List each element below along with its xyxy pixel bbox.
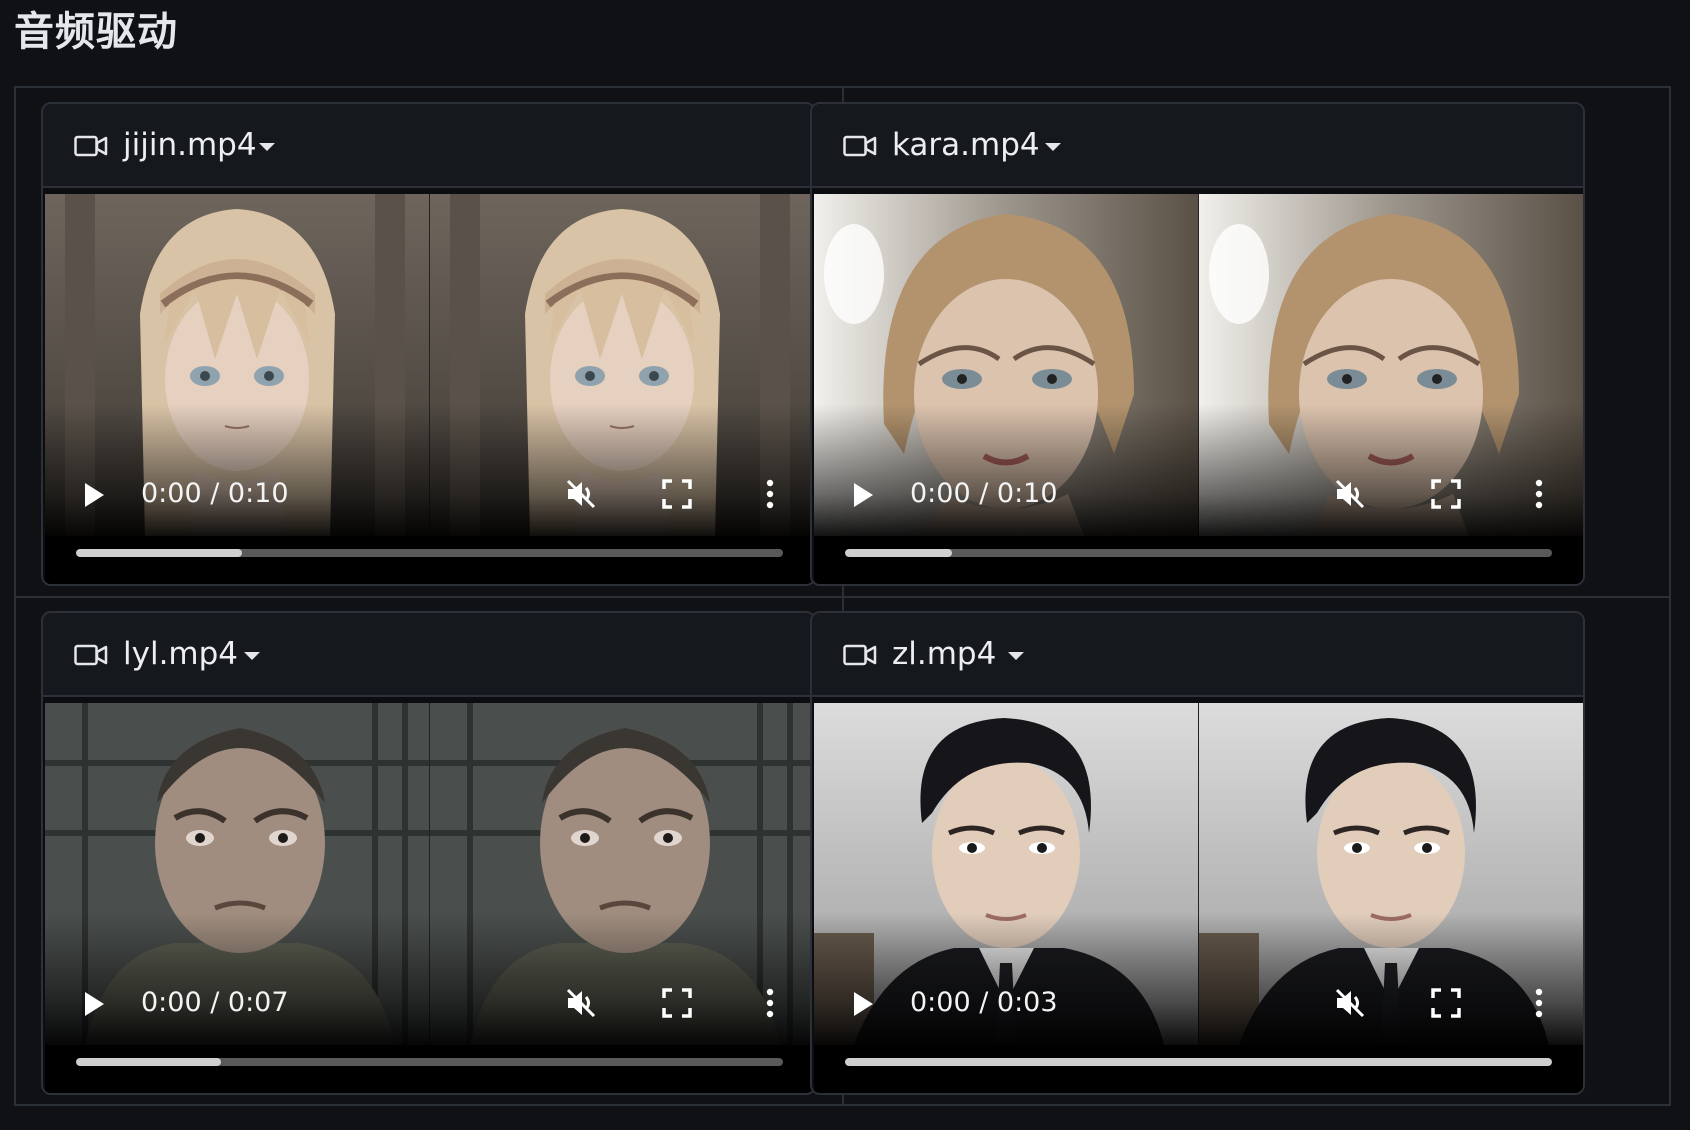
play-icon[interactable]: [852, 482, 874, 508]
video-player[interactable]: 0:00 / 0:07: [45, 703, 814, 1093]
video-progress-fill: [845, 549, 953, 557]
fullscreen-icon[interactable]: [1431, 988, 1461, 1018]
more-vertical-icon[interactable]: [764, 987, 776, 1019]
more-vertical-icon[interactable]: [1533, 478, 1545, 510]
video-card: jijin.mp4 0:00 / 0:10: [41, 102, 816, 586]
video-player[interactable]: 0:00 / 0:10: [45, 194, 814, 584]
play-icon[interactable]: [83, 991, 105, 1017]
volume-muted-icon[interactable]: [1333, 477, 1367, 511]
video-card-header: jijin.mp4: [43, 104, 814, 188]
volume-muted-icon[interactable]: [564, 477, 598, 511]
play-icon[interactable]: [852, 991, 874, 1017]
fullscreen-icon[interactable]: [662, 479, 692, 509]
video-camera-icon: [843, 135, 877, 157]
caret-down-icon[interactable]: [1008, 652, 1024, 660]
caret-down-icon[interactable]: [1045, 143, 1061, 151]
video-progress-fill: [76, 549, 243, 557]
video-card: kara.mp4 0:00 / 0:10: [810, 102, 1585, 586]
video-frame-generated: [1199, 194, 1583, 536]
video-player[interactable]: 0:00 / 0:03: [814, 703, 1583, 1093]
grid-divider-horizontal: [16, 596, 1669, 598]
volume-muted-icon[interactable]: [564, 986, 598, 1020]
video-time: 0:00 / 0:10: [141, 478, 289, 509]
video-card-header: zl.mp4: [812, 613, 1583, 697]
video-filename: lyl.mp4: [123, 636, 239, 672]
fullscreen-icon[interactable]: [662, 988, 692, 1018]
video-progress-fill: [76, 1058, 221, 1066]
video-camera-icon: [74, 135, 108, 157]
more-vertical-icon[interactable]: [1533, 987, 1545, 1019]
audio-driven-page: 音频驱动 jijin.mp4 0:00 / 0:10 kara.mp4 0:00…: [0, 0, 1690, 1130]
video-card-header: kara.mp4: [812, 104, 1583, 188]
video-card: zl.mp4 0:00 / 0:03: [810, 611, 1585, 1095]
video-time: 0:00 / 0:03: [910, 987, 1058, 1018]
video-frame-generated: [430, 194, 814, 536]
caret-down-icon[interactable]: [259, 143, 275, 151]
more-vertical-icon[interactable]: [764, 478, 776, 510]
video-filename: jijin.mp4: [123, 127, 257, 163]
video-camera-icon: [843, 644, 877, 666]
video-progress-bar[interactable]: [76, 549, 783, 557]
video-progress-bar[interactable]: [845, 549, 1552, 557]
video-camera-icon: [74, 644, 108, 666]
video-frame-generated: [430, 703, 814, 1045]
video-filename: zl.mp4: [892, 636, 997, 672]
fullscreen-icon[interactable]: [1431, 479, 1461, 509]
video-frame-generated: [1199, 703, 1583, 1045]
video-progress-bar[interactable]: [76, 1058, 783, 1066]
section-title: 音频驱动: [14, 9, 178, 55]
video-progress-fill: [845, 1058, 1552, 1066]
video-card-header: lyl.mp4: [43, 613, 814, 697]
video-filename: kara.mp4: [892, 127, 1040, 163]
video-player[interactable]: 0:00 / 0:10: [814, 194, 1583, 584]
video-time: 0:00 / 0:07: [141, 987, 289, 1018]
video-card: lyl.mp4 0:00 / 0:07: [41, 611, 816, 1095]
video-time: 0:00 / 0:10: [910, 478, 1058, 509]
volume-muted-icon[interactable]: [1333, 986, 1367, 1020]
play-icon[interactable]: [83, 482, 105, 508]
video-progress-bar[interactable]: [845, 1058, 1552, 1066]
caret-down-icon[interactable]: [244, 652, 260, 660]
